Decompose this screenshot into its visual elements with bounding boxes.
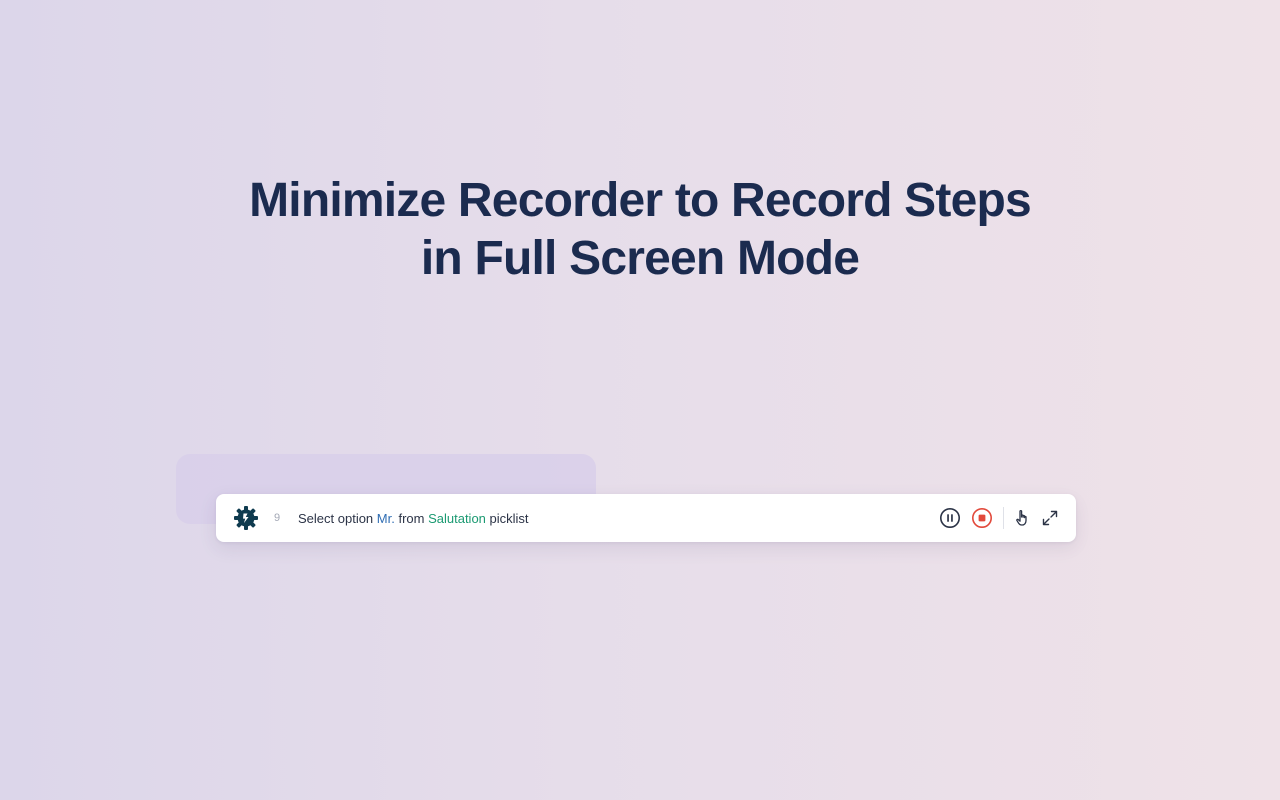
step-suffix: picklist	[485, 510, 529, 526]
page-headline: Minimize Recorder to Record Steps in Ful…	[0, 172, 1280, 288]
expand-icon	[1042, 510, 1058, 526]
step-number: 9	[274, 512, 281, 524]
gear-logo-icon	[232, 504, 260, 532]
step-field-name: Salutation	[428, 510, 486, 526]
step-description: Select option Mr. from Salutation pickli…	[298, 511, 529, 526]
step-prefix: Select option	[298, 510, 377, 526]
expand-recorder-button[interactable]	[1040, 508, 1060, 528]
hand-pointer-icon	[1016, 509, 1027, 526]
minimized-recorder-bar: 9 Select option Mr. from Salutation pick…	[216, 494, 1076, 542]
step-option-value: Mr.	[376, 510, 395, 526]
pause-button[interactable]	[939, 507, 961, 529]
toolbar-divider	[1003, 507, 1004, 529]
pause-icon	[940, 508, 960, 528]
stop-icon	[972, 508, 992, 528]
headline-line-2: in Full Screen Mode	[420, 232, 860, 285]
headline-line-1: Minimize Recorder to Record Steps	[249, 174, 1032, 227]
step-middle: from	[394, 510, 429, 526]
select-element-button[interactable]	[1012, 508, 1032, 528]
stop-recording-button[interactable]	[971, 507, 993, 529]
